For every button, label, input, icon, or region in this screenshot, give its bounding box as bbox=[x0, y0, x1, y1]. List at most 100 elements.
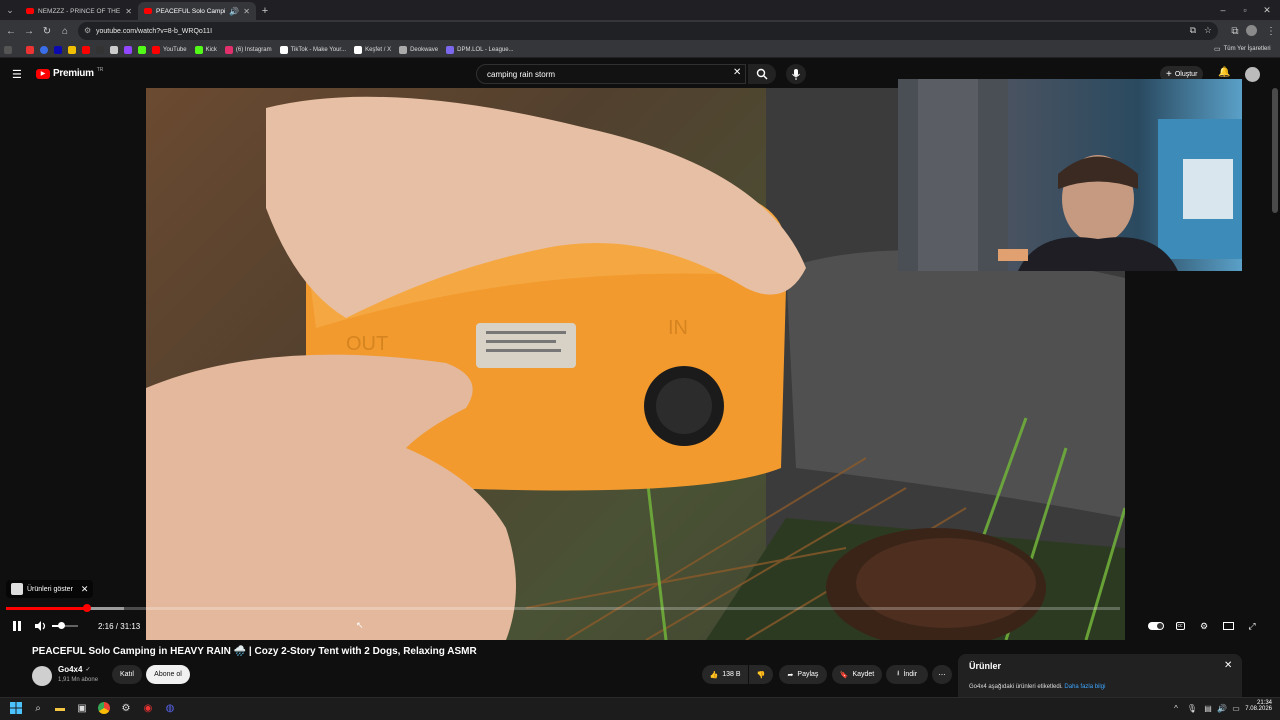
subscribe-button[interactable]: Abone ol bbox=[146, 665, 190, 684]
bookmark-icon[interactable] bbox=[96, 45, 104, 54]
bookmarks-bar: YouTube Kick (6) Instagram TikTok - Make… bbox=[0, 42, 1280, 58]
user-avatar[interactable] bbox=[1245, 67, 1260, 82]
apps-icon[interactable] bbox=[4, 45, 12, 54]
bookmark-icon[interactable] bbox=[26, 45, 34, 54]
pause-icon bbox=[13, 621, 21, 631]
kick-icon bbox=[194, 45, 203, 54]
close-products-panel-icon[interactable]: ✕ bbox=[1224, 660, 1232, 671]
bookmark-dpm[interactable]: DPM.LOL - League... bbox=[446, 45, 514, 54]
show-hidden-icons-icon[interactable]: ^ bbox=[1168, 700, 1184, 716]
bookmark-deokwave[interactable]: Deokwave bbox=[399, 45, 438, 54]
close-window-icon[interactable]: ✕ bbox=[1256, 0, 1278, 20]
profile-avatar[interactable] bbox=[1246, 25, 1257, 36]
twitch-icon[interactable] bbox=[124, 45, 132, 54]
clear-search-icon[interactable]: ✕ bbox=[733, 67, 741, 78]
back-icon[interactable]: ← bbox=[2, 22, 20, 40]
all-bookmarks-folder[interactable]: ▭ Tüm Yer İşaretleri bbox=[1214, 45, 1271, 53]
verified-icon: ✓ bbox=[85, 667, 91, 673]
minimize-icon[interactable]: – bbox=[1212, 0, 1234, 20]
bookmark-kick[interactable]: Kick bbox=[194, 45, 217, 54]
show-products-button[interactable]: Ürünleri göster ✕ bbox=[6, 580, 94, 598]
mic-tray-icon[interactable]: 🎙 bbox=[1184, 700, 1200, 716]
more-actions-button[interactable]: ⋯ bbox=[932, 665, 952, 684]
bookmark-icon[interactable] bbox=[54, 45, 62, 54]
fullscreen-button[interactable]: ⤢ bbox=[1244, 618, 1260, 634]
dislike-button[interactable]: 👎 bbox=[749, 665, 773, 684]
windows-logo-icon bbox=[10, 702, 22, 714]
microphone-icon bbox=[792, 68, 800, 80]
home-icon[interactable]: ⌂ bbox=[56, 22, 74, 40]
app-icon[interactable]: ◉ bbox=[140, 700, 156, 716]
volume-slider[interactable] bbox=[52, 622, 78, 629]
plus-icon: + bbox=[1166, 68, 1172, 80]
bookmark-youtube[interactable]: YouTube bbox=[152, 45, 187, 54]
tab-close-icon[interactable]: ✕ bbox=[125, 7, 132, 16]
youtube-premium-logo[interactable]: ▶ Premium TR bbox=[36, 67, 103, 79]
like-button[interactable]: 👍 138 B bbox=[702, 665, 748, 684]
voice-search-button[interactable] bbox=[786, 64, 806, 84]
bookmark-icon[interactable] bbox=[40, 45, 48, 54]
windows-taskbar bbox=[0, 697, 1280, 720]
taskbar-search-icon[interactable]: ⌕ bbox=[30, 700, 46, 716]
new-tab-button[interactable]: + bbox=[256, 2, 274, 20]
install-app-icon[interactable]: ⧉ bbox=[1190, 25, 1196, 36]
x-icon[interactable] bbox=[110, 45, 118, 54]
bookmark-instagram[interactable]: (6) Instagram bbox=[224, 45, 272, 54]
gear-icon: ⚙ bbox=[1199, 620, 1209, 631]
subtitles-button[interactable]: cc bbox=[1172, 618, 1188, 634]
tab-search-icon[interactable]: ⌄ bbox=[0, 0, 20, 20]
address-bar[interactable]: ⚙ youtube.com/watch?v=8-b_WRQo11I ⧉ ☆ bbox=[78, 22, 1218, 40]
tab-nemzzz[interactable]: NEMZZZ - PRINCE OF THE SCE ✕ bbox=[20, 2, 138, 20]
site-info-icon[interactable]: ⚙ bbox=[84, 26, 91, 35]
speaker-icon[interactable]: 🔊 bbox=[229, 7, 239, 16]
bookmark-star-icon[interactable]: ☆ bbox=[1204, 25, 1212, 36]
autoplay-toggle[interactable] bbox=[1147, 618, 1165, 634]
youtube-favicon-icon bbox=[26, 8, 34, 14]
kick-icon[interactable] bbox=[138, 45, 146, 54]
volume-button[interactable] bbox=[34, 618, 48, 634]
maximize-icon[interactable]: ▫ bbox=[1234, 0, 1256, 20]
tab-peaceful-camping[interactable]: PEACEFUL Solo Camping in 🔊 ✕ bbox=[138, 2, 256, 20]
taskbar-clock[interactable]: 21:34 7.08.2026 bbox=[1244, 700, 1272, 712]
thumbs-down-icon: 👎 bbox=[756, 671, 766, 679]
browser-menu-icon[interactable]: ⋮ bbox=[1262, 22, 1280, 40]
join-button[interactable]: Katıl bbox=[112, 665, 142, 684]
chrome-icon[interactable] bbox=[96, 700, 112, 716]
download-button[interactable]: ⭳ İndir bbox=[886, 665, 928, 684]
discord-icon[interactable]: ◍ bbox=[162, 700, 178, 716]
channel-name[interactable]: Go4x4 ✓ bbox=[58, 665, 91, 674]
search-input[interactable]: camping rain storm bbox=[476, 64, 746, 84]
search-icon bbox=[756, 68, 768, 80]
hamburger-menu-icon[interactable]: ☰ bbox=[12, 68, 22, 81]
share-button[interactable]: ➦ Paylaş bbox=[779, 665, 827, 684]
extensions-icon[interactable]: ⧉ bbox=[1226, 22, 1244, 40]
file-explorer-icon[interactable]: ▬ bbox=[52, 700, 68, 716]
channel-avatar[interactable] bbox=[32, 666, 52, 686]
browser-toolbar: ← → ↻ ⌂ ⚙ youtube.com/watch?v=8-b_WRQo11… bbox=[0, 20, 1280, 42]
steam-icon[interactable]: ⚙ bbox=[118, 700, 134, 716]
settings-button[interactable]: ⚙ bbox=[1196, 618, 1212, 634]
search-button[interactable] bbox=[748, 64, 776, 84]
tab-close-icon[interactable]: ✕ bbox=[243, 7, 250, 16]
bookmark-icon[interactable] bbox=[68, 45, 76, 54]
pause-button[interactable] bbox=[10, 618, 24, 634]
close-products-icon[interactable]: ✕ bbox=[81, 584, 89, 595]
theater-mode-button[interactable] bbox=[1220, 618, 1236, 634]
bookmark-x[interactable]: Keşfet / X bbox=[354, 45, 391, 54]
save-button[interactable]: 🔖 Kaydet bbox=[832, 665, 882, 684]
subscriber-count: 1,91 Mn abone bbox=[58, 677, 99, 683]
reload-icon[interactable]: ↻ bbox=[38, 22, 56, 40]
tiktok-icon bbox=[279, 45, 288, 54]
bookmark-tiktok[interactable]: TikTok - Make Your... bbox=[279, 45, 346, 54]
windows-start-icon[interactable] bbox=[8, 700, 24, 716]
learn-more-link[interactable]: Daha fazla bilgi bbox=[1064, 684, 1105, 690]
battery-icon[interactable]: ▭ bbox=[1228, 700, 1244, 716]
time-display: 2:16 / 31:13 bbox=[98, 621, 141, 631]
store-icon[interactable]: ▣ bbox=[74, 700, 90, 716]
bookmark-icon[interactable] bbox=[82, 45, 90, 54]
page-scrollbar[interactable] bbox=[1272, 88, 1278, 213]
video-progress-bar[interactable] bbox=[6, 604, 1120, 612]
forward-icon[interactable]: → bbox=[20, 22, 38, 40]
notifications-bell-icon[interactable]: 🔔 bbox=[1218, 67, 1230, 78]
download-icon: ⭳ bbox=[896, 670, 900, 677]
